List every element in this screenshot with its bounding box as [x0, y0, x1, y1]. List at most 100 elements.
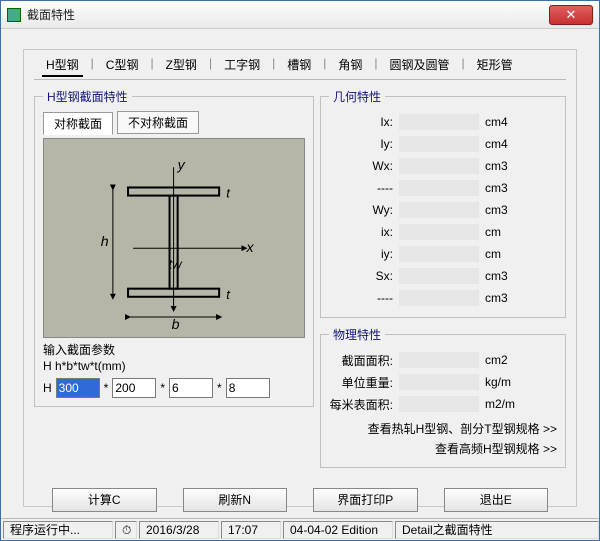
prop-row: iy:cm [329, 243, 557, 265]
prop-label: Wy: [329, 203, 393, 217]
geometric-props-group: 几何特性 Ix: cm4 Iy: cm4 Wx: cm3 ---- cm3 Wy: cm3 ix: c… [320, 88, 566, 318]
prop-label: 单位重量: [329, 374, 393, 391]
tab-c-steel[interactable]: C型钢 [102, 54, 143, 77]
print-button[interactable]: 界面打印P [313, 488, 418, 512]
calc-button[interactable]: 计算C [52, 488, 157, 512]
prop-label: Wx: [329, 159, 393, 173]
close-button[interactable]: ✕ [549, 5, 593, 25]
prop-label: 截面面积: [329, 352, 393, 369]
app-window: 截面特性 ✕ H型钢| C型钢| Z型钢| 工字钢| 槽钢| 角钢| 圆钢及圆管… [0, 0, 600, 541]
prop-row: Ix: cm4 [329, 111, 557, 133]
main-panel: H型钢| C型钢| Z型钢| 工字钢| 槽钢| 角钢| 圆钢及圆管| 矩形管 H… [23, 49, 577, 507]
prop-unit: cm2 [485, 353, 525, 367]
button-bar: 计算C 刷新N 界面打印P 退出E [24, 476, 576, 512]
clock-icon: ⏱ [115, 521, 137, 539]
status-bar: 程序运行中... ⏱ 2016/3/28 17:07 04-04-02 Edit… [1, 518, 599, 540]
svg-text:b: b [172, 317, 180, 329]
prop-label: Sx: [329, 269, 393, 283]
app-icon [7, 8, 21, 22]
prop-row: Iy: cm4 [329, 133, 557, 155]
prop-label: Ix: [329, 115, 393, 129]
prop-value [399, 268, 479, 284]
status-time: 17:07 [221, 521, 281, 539]
sep-star: * [104, 381, 109, 395]
prop-row: ---- cm3 [329, 287, 557, 309]
prop-unit: cm3 [485, 159, 525, 173]
prop-unit: cm3 [485, 291, 525, 305]
prop-value [399, 224, 479, 240]
prop-unit: cm4 [485, 115, 525, 129]
link-hotrolled[interactable]: 查看热轧H型钢、剖分T型钢规格 >> [329, 419, 557, 439]
prop-value [399, 180, 479, 196]
tab-angle[interactable]: 角钢 [334, 54, 366, 77]
tab-rect-tube[interactable]: 矩形管 [473, 54, 517, 77]
status-date: 2016/3/28 [139, 521, 219, 539]
prop-unit: cm3 [485, 269, 525, 283]
section-diagram: y x tw t t h b [43, 138, 305, 338]
prop-unit: cm3 [485, 181, 525, 195]
input-b[interactable] [112, 378, 156, 398]
prop-unit: cm [485, 225, 525, 239]
link-highfreq[interactable]: 查看高频H型钢规格 >> [329, 439, 557, 459]
status-running: 程序运行中... [3, 521, 113, 539]
tab-channel[interactable]: 槽钢 [283, 54, 315, 77]
svg-text:y: y [177, 157, 186, 173]
svg-text:h: h [101, 234, 109, 250]
prop-label: 每米表面积: [329, 396, 393, 413]
prop-unit: cm [485, 247, 525, 261]
sep-star: * [217, 381, 222, 395]
titlebar: 截面特性 ✕ [1, 1, 599, 29]
param-header: 输入截面参数 H h*b*tw*t(mm) [43, 342, 305, 374]
param-label-h: H [43, 381, 52, 395]
prop-label: ---- [329, 181, 393, 195]
prop-row: ---- cm3 [329, 177, 557, 199]
window-title: 截面特性 [27, 6, 549, 23]
svg-text:tw: tw [169, 256, 184, 271]
prop-label: ---- [329, 291, 393, 305]
symmetry-tabs: 对称截面 不对称截面 [43, 111, 305, 134]
svg-text:t: t [227, 287, 232, 302]
prop-label: Iy: [329, 137, 393, 151]
prop-unit: kg/m [485, 375, 525, 389]
refresh-button[interactable]: 刷新N [183, 488, 288, 512]
prop-value [399, 136, 479, 152]
prop-label: ix: [329, 225, 393, 239]
svg-text:x: x [246, 240, 255, 256]
svg-text:t: t [227, 186, 232, 201]
tab-symmetric[interactable]: 对称截面 [43, 112, 113, 135]
exit-button[interactable]: 退出E [444, 488, 549, 512]
param-title: 输入截面参数 [43, 342, 305, 358]
prop-row: Wy: cm3 [329, 199, 557, 221]
tab-z-steel[interactable]: Z型钢 [162, 54, 201, 77]
prop-value [399, 158, 479, 174]
prop-row: 单位重量: kg/m [329, 371, 557, 393]
input-h[interactable] [56, 378, 100, 398]
geometric-props-title: 几何特性 [329, 88, 385, 105]
prop-value [399, 202, 479, 218]
status-edition: 04-04-02 Edition [283, 521, 393, 539]
prop-unit: cm3 [485, 203, 525, 217]
prop-value [399, 352, 479, 368]
tab-i-steel[interactable]: 工字钢 [220, 54, 264, 77]
tab-divider [34, 79, 566, 80]
physical-props-title: 物理特性 [329, 326, 385, 343]
physical-props-group: 物理特性 截面面积: cm2 单位重量: kg/m 每米表面积: m2/m 查看热轧H型钢… [320, 326, 566, 468]
prop-row: 截面面积: cm2 [329, 349, 557, 371]
prop-unit: cm4 [485, 137, 525, 151]
tab-h-steel[interactable]: H型钢 [42, 54, 83, 77]
client-area: H型钢| C型钢| Z型钢| 工字钢| 槽钢| 角钢| 圆钢及圆管| 矩形管 H… [1, 29, 599, 540]
prop-value [399, 290, 479, 306]
prop-value [399, 396, 479, 412]
prop-value [399, 374, 479, 390]
input-tw[interactable] [169, 378, 213, 398]
input-t[interactable] [226, 378, 270, 398]
section-props-group: H型钢截面特性 对称截面 不对称截面 y x [34, 88, 314, 407]
section-tabs: H型钢| C型钢| Z型钢| 工字钢| 槽钢| 角钢| 圆钢及圆管| 矩形管 [24, 50, 576, 77]
prop-value [399, 114, 479, 130]
tab-asymmetric[interactable]: 不对称截面 [117, 111, 199, 134]
prop-row: 每米表面积: m2/m [329, 393, 557, 415]
section-props-title: H型钢截面特性 [43, 88, 132, 105]
param-row: H * * * [43, 378, 305, 398]
prop-unit: m2/m [485, 397, 525, 411]
tab-round[interactable]: 圆钢及圆管 [385, 54, 453, 77]
